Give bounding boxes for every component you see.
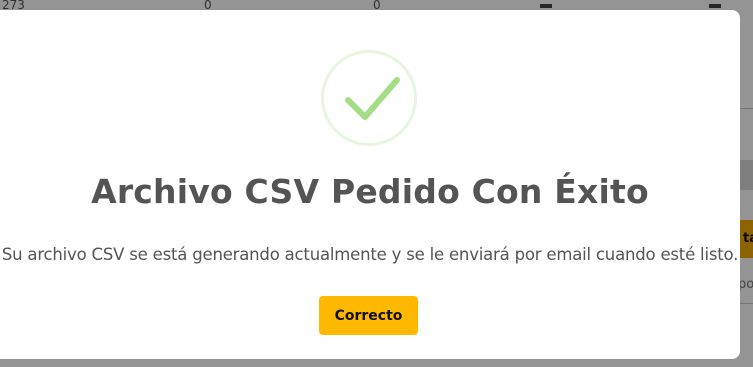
dialog-title: Archivo CSV Pedido Con Éxito: [91, 172, 649, 211]
success-dialog: Archivo CSV Pedido Con Éxito Su archivo …: [0, 10, 740, 359]
dialog-message: Su archivo CSV se está generando actualm…: [1, 245, 739, 264]
confirm-button[interactable]: Correcto: [319, 296, 418, 335]
success-check-icon: [321, 50, 417, 146]
